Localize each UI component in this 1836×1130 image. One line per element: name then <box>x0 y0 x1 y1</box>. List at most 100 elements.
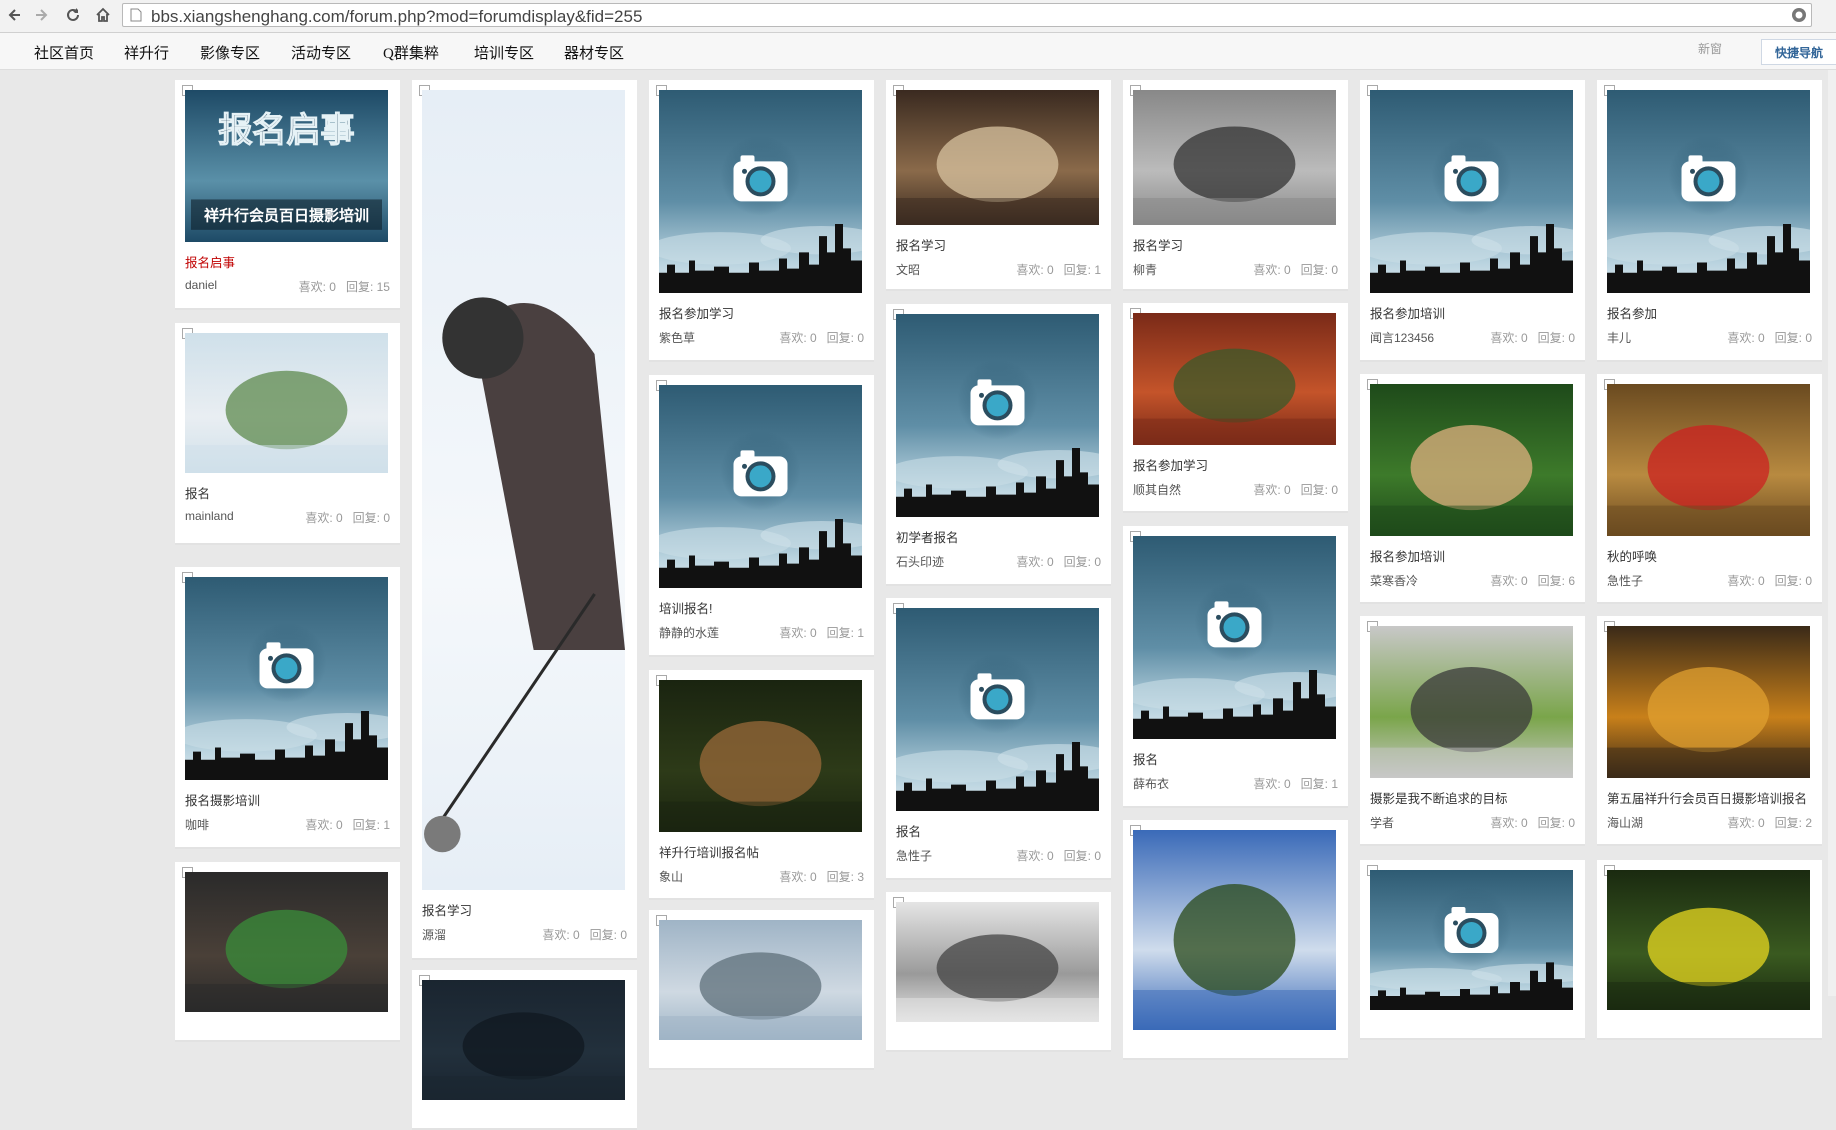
thread-author[interactable]: 急性子 <box>896 847 932 864</box>
thread-thumbnail[interactable] <box>896 902 1099 1022</box>
thread-card[interactable]: 报名学习 源溜 喜欢: 0 回复: 0 <box>412 80 637 960</box>
thread-author[interactable]: 急性子 <box>1607 572 1643 589</box>
nav-item-equipment[interactable]: 器材专区 <box>564 42 624 63</box>
thread-card[interactable]: 报名参加 丰儿 喜欢: 0 回复: 0 <box>1597 80 1822 362</box>
default-camera-thumbnail[interactable] <box>1370 870 1573 1010</box>
default-camera-thumbnail[interactable] <box>185 577 388 780</box>
thread-author[interactable]: 丰儿 <box>1607 329 1631 346</box>
thread-thumbnail[interactable] <box>659 680 862 832</box>
default-camera-thumbnail[interactable] <box>659 90 862 293</box>
default-camera-thumbnail[interactable] <box>659 385 862 588</box>
thread-author[interactable]: 咖啡 <box>185 816 209 833</box>
nav-item-training[interactable]: 培训专区 <box>474 42 534 63</box>
thread-thumbnail[interactable] <box>1370 384 1573 536</box>
address-bar[interactable]: bbs.xiangshenghang.com/forum.php?mod=for… <box>122 3 1812 27</box>
thread-card[interactable]: 报名参加培训 闻言123456 喜欢: 0 回复: 0 <box>1360 80 1585 362</box>
thread-author[interactable]: 紫色草 <box>659 329 695 346</box>
home-icon[interactable] <box>92 4 114 26</box>
thread-author[interactable]: 学者 <box>1370 814 1394 831</box>
new-window-link[interactable]: 新窗 <box>1698 40 1722 57</box>
thread-thumbnail[interactable] <box>422 980 625 1100</box>
thread-thumbnail[interactable] <box>1607 626 1810 778</box>
thread-card[interactable]: 祥升行培训报名帖 象山 喜欢: 0 回复: 3 <box>649 670 874 900</box>
thread-card[interactable]: 报名 mainland 喜欢: 0 回复: 0 <box>175 323 400 545</box>
thread-title[interactable]: 报名参加学习 <box>1133 455 1208 474</box>
default-camera-thumbnail[interactable] <box>1133 536 1336 739</box>
default-camera-thumbnail[interactable] <box>1607 90 1810 293</box>
thread-author[interactable]: 柳青 <box>1133 261 1157 278</box>
thread-card[interactable] <box>1597 860 1822 1040</box>
thread-thumbnail[interactable] <box>185 333 388 473</box>
reload-icon[interactable] <box>62 4 84 26</box>
scrollbar[interactable] <box>1828 70 1836 996</box>
thread-thumbnail[interactable] <box>1133 830 1336 1030</box>
thread-card[interactable]: 报名参加学习 紫色草 喜欢: 0 回复: 0 <box>649 80 874 362</box>
extension-icon[interactable] <box>1791 7 1807 26</box>
thread-title[interactable]: 摄影是我不断追求的目标 <box>1370 788 1508 807</box>
thread-title[interactable]: 报名参加培训 <box>1370 546 1445 565</box>
thread-thumbnail[interactable] <box>1133 90 1336 225</box>
thread-author[interactable]: 顺其自然 <box>1133 481 1181 498</box>
thread-title[interactable]: 报名 <box>1133 749 1158 768</box>
thread-thumbnail[interactable] <box>185 872 388 1012</box>
thread-card[interactable]: 报名参加学习 顺其自然 喜欢: 0 回复: 0 <box>1123 303 1348 513</box>
thread-thumbnail[interactable] <box>896 90 1099 225</box>
thread-card[interactable]: 报名参加培训 菜寒香冷 喜欢: 0 回复: 6 <box>1360 374 1585 604</box>
thread-title[interactable]: 报名启事 <box>185 252 235 271</box>
thread-card[interactable]: 报名学习 柳青 喜欢: 0 回复: 0 <box>1123 80 1348 291</box>
back-arrow-icon[interactable] <box>4 4 26 26</box>
thread-title[interactable]: 培训报名! <box>659 598 712 617</box>
thread-author[interactable]: 闻言123456 <box>1370 329 1434 346</box>
nav-item-qq-groups[interactable]: Q群集粹 <box>383 42 439 63</box>
thread-card[interactable]: 培训报名! 静静的水莲 喜欢: 0 回复: 1 <box>649 375 874 657</box>
thread-author[interactable]: 石头印迹 <box>896 553 944 570</box>
nav-item-home[interactable]: 社区首页 <box>34 42 94 63</box>
thread-card[interactable] <box>1123 820 1348 1060</box>
thread-card[interactable]: 摄影是我不断追求的目标 学者 喜欢: 0 回复: 0 <box>1360 616 1585 846</box>
thread-card[interactable] <box>1360 860 1585 1040</box>
thread-author[interactable]: mainland <box>185 509 234 523</box>
thread-title[interactable]: 报名参加培训 <box>1370 303 1445 322</box>
thread-thumbnail[interactable] <box>1607 870 1810 1010</box>
default-camera-thumbnail[interactable] <box>896 314 1099 517</box>
thread-title[interactable]: 报名 <box>185 483 210 502</box>
default-camera-thumbnail[interactable] <box>1370 90 1573 293</box>
thread-thumbnail[interactable] <box>422 90 625 890</box>
thread-card[interactable]: 秋的呼唤 急性子 喜欢: 0 回复: 0 <box>1597 374 1822 604</box>
thread-card[interactable] <box>649 910 874 1070</box>
thread-author[interactable]: 菜寒香冷 <box>1370 572 1418 589</box>
thread-title[interactable]: 祥升行培训报名帖 <box>659 842 759 861</box>
forward-arrow-icon[interactable] <box>30 4 52 26</box>
thread-author[interactable]: 源溜 <box>422 926 446 943</box>
thread-title[interactable]: 报名参加 <box>1607 303 1657 322</box>
default-camera-thumbnail[interactable] <box>896 608 1099 811</box>
thread-card[interactable]: 报名启事 祥升行会员百日摄影培训 报名启事 daniel 喜欢: 0 回复: 15 <box>175 80 400 310</box>
thread-card[interactable]: 初学者报名 石头印迹 喜欢: 0 回复: 0 <box>886 304 1111 586</box>
thread-author[interactable]: 薛布衣 <box>1133 775 1169 792</box>
thread-title[interactable]: 报名学习 <box>422 900 472 919</box>
thread-title[interactable]: 报名学习 <box>1133 235 1183 254</box>
thread-thumbnail[interactable] <box>1133 313 1336 445</box>
thread-card[interactable]: 第五届祥升行会员百日摄影培训报名 海山湖 喜欢: 0 回复: 2 <box>1597 616 1822 846</box>
thread-author[interactable]: 海山湖 <box>1607 814 1643 831</box>
thread-card[interactable]: 报名摄影培训 咖啡 喜欢: 0 回复: 1 <box>175 567 400 849</box>
thread-thumbnail[interactable] <box>1370 626 1573 778</box>
thread-author[interactable]: daniel <box>185 278 217 292</box>
nav-item-xiangshenghang[interactable]: 祥升行 <box>124 42 169 63</box>
thread-card[interactable]: 报名 急性子 喜欢: 0 回复: 0 <box>886 598 1111 880</box>
nav-item-imaging[interactable]: 影像专区 <box>200 42 260 63</box>
thread-card[interactable] <box>886 892 1111 1052</box>
thread-title[interactable]: 报名参加学习 <box>659 303 734 322</box>
thread-title[interactable]: 秋的呼唤 <box>1607 546 1657 565</box>
thread-thumbnail[interactable]: 报名启事 祥升行会员百日摄影培训 <box>185 90 388 242</box>
thread-thumbnail[interactable] <box>1607 384 1810 536</box>
thread-thumbnail[interactable] <box>659 920 862 1040</box>
thread-author[interactable]: 文昭 <box>896 261 920 278</box>
thread-card[interactable]: 报名 薛布衣 喜欢: 0 回复: 1 <box>1123 526 1348 808</box>
nav-item-activities[interactable]: 活动专区 <box>291 42 351 63</box>
thread-title[interactable]: 报名 <box>896 821 921 840</box>
thread-author[interactable]: 象山 <box>659 868 683 885</box>
thread-card[interactable] <box>175 862 400 1042</box>
quick-nav-button[interactable]: 快捷导航 <box>1761 39 1836 65</box>
thread-author[interactable]: 静静的水莲 <box>659 624 719 641</box>
